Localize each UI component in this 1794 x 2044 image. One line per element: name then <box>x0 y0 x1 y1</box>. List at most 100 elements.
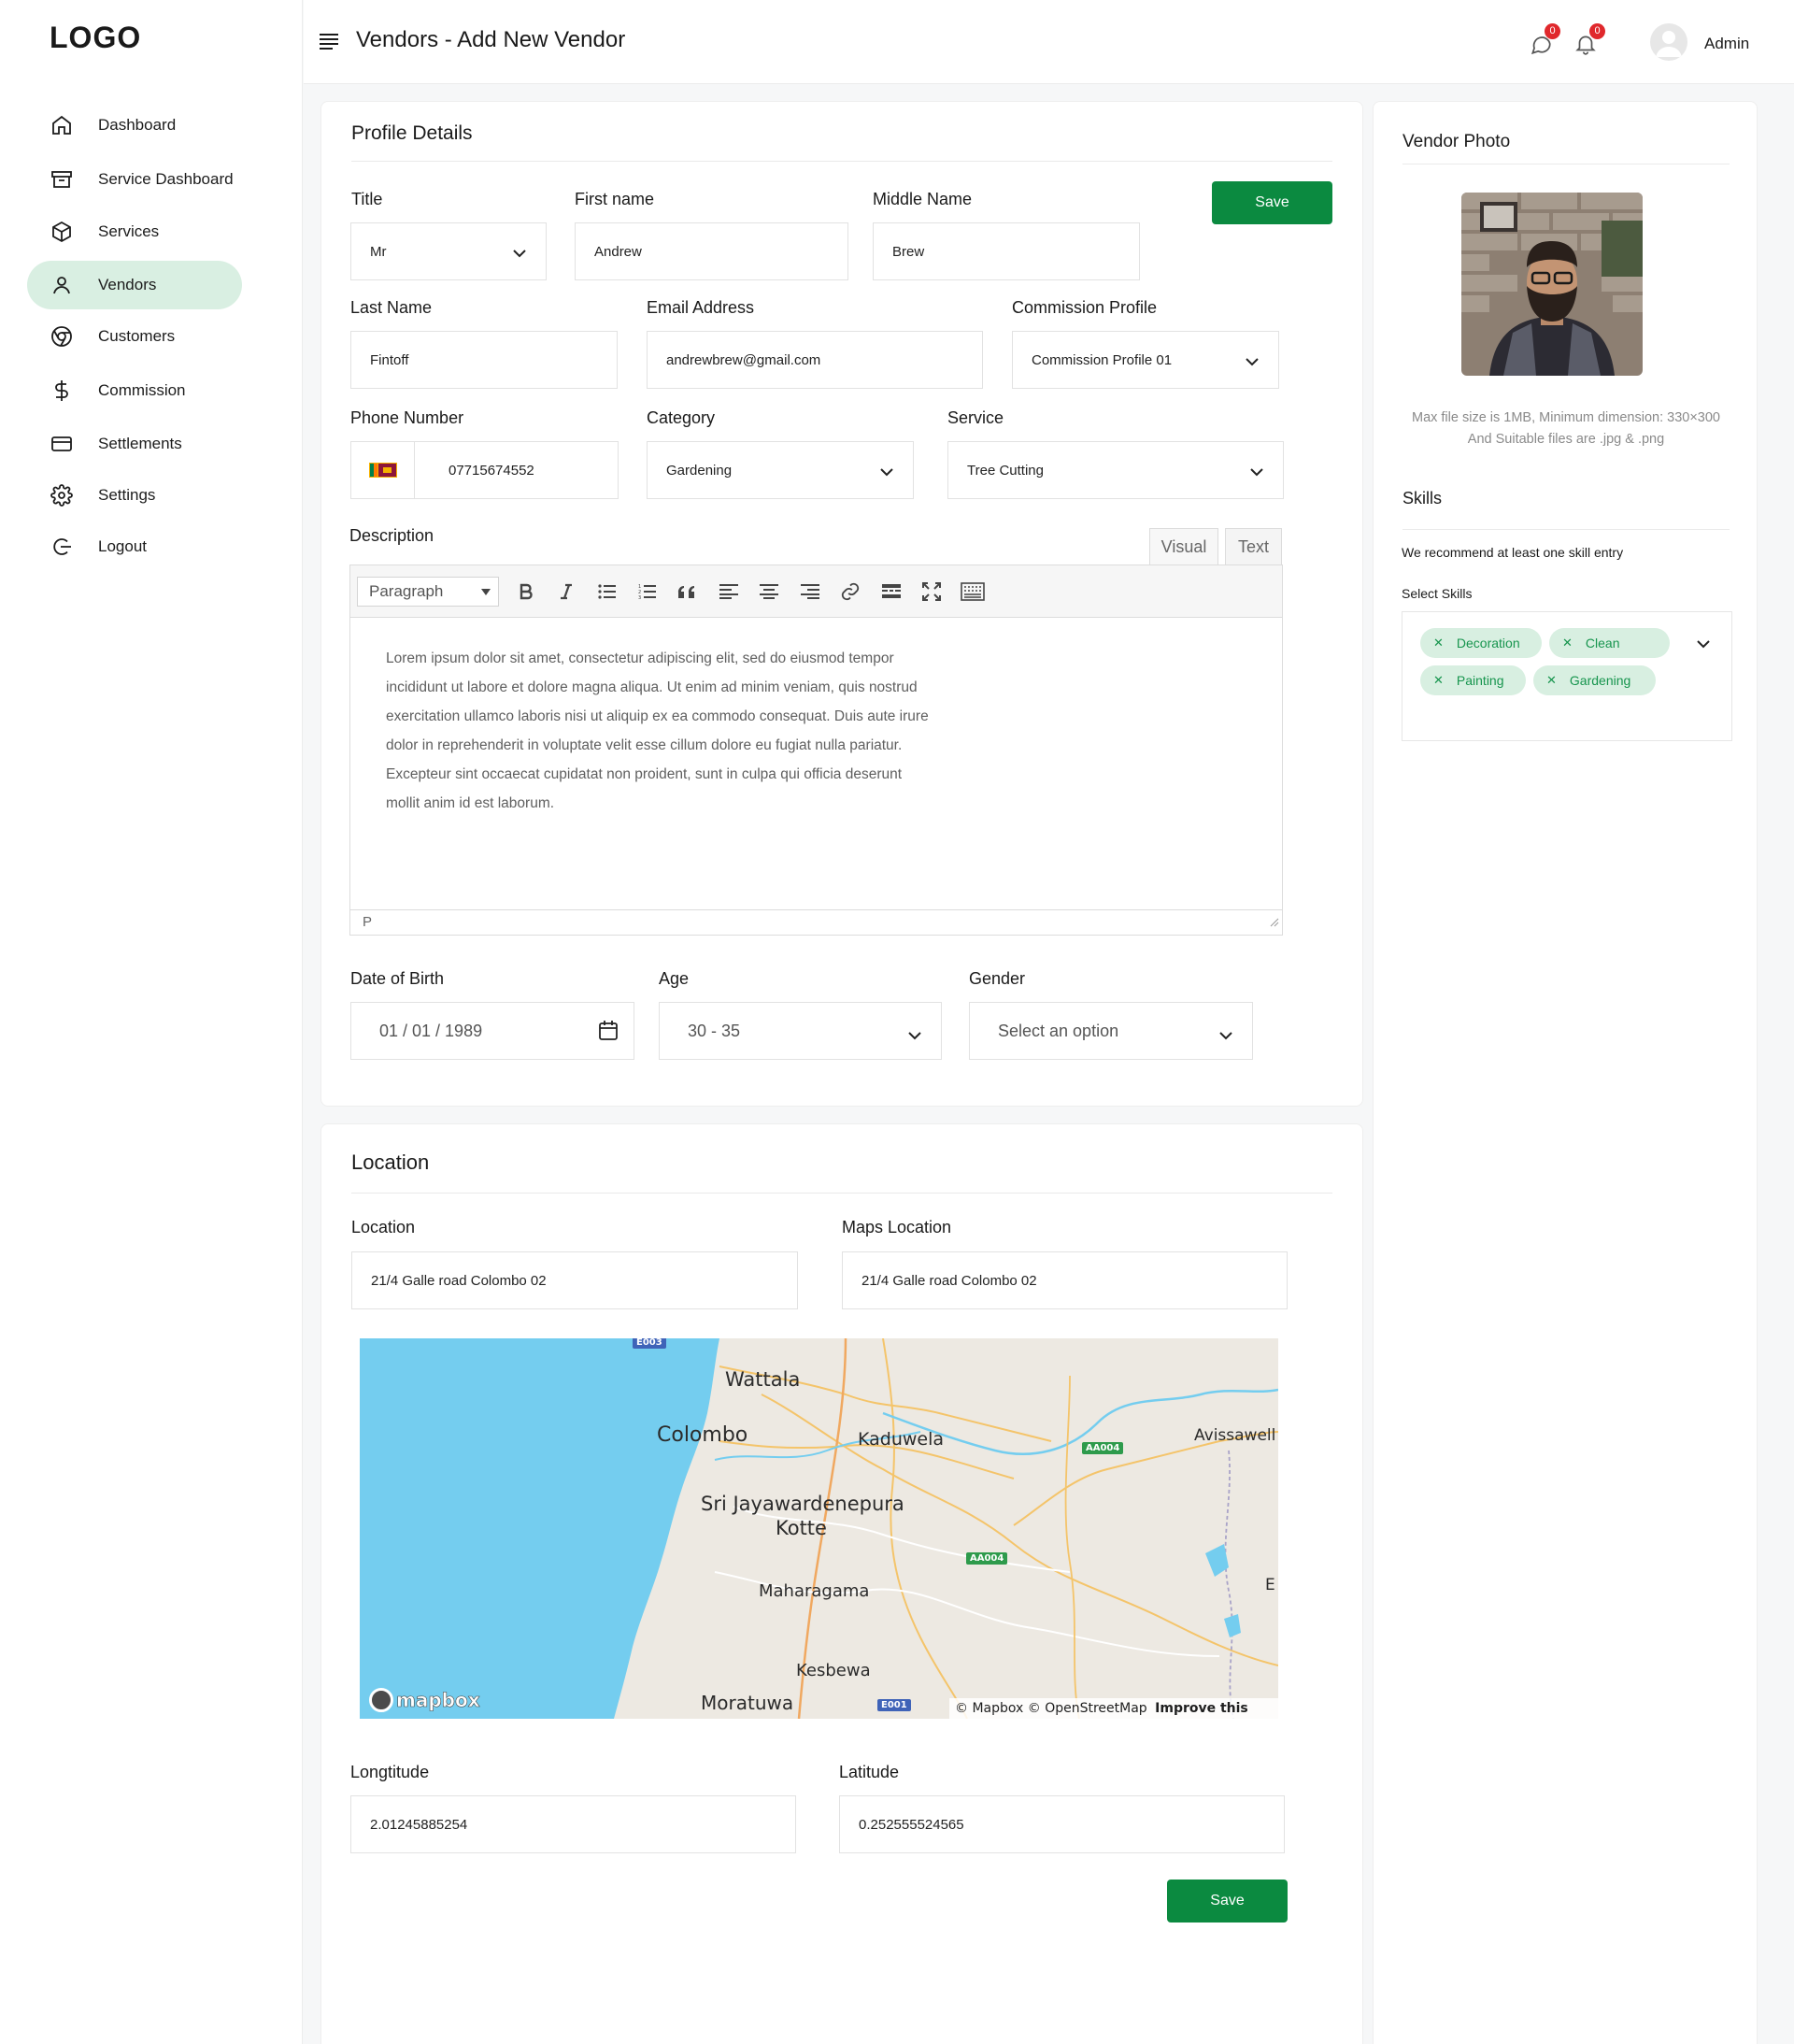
sidebar-item-label: Vendors <box>98 276 157 293</box>
maps-location-field[interactable]: 21/4 Galle road Colombo 02 <box>842 1251 1288 1309</box>
dollar-icon <box>49 378 75 404</box>
skill-chip[interactable]: ✕ Gardening <box>1533 665 1656 695</box>
mapbox-logo[interactable]: mapbox <box>369 1688 480 1712</box>
map[interactable]: E003 AA004 AA004 E001 Wattala Colombo Ka… <box>360 1338 1278 1719</box>
latitude-field[interactable]: 0.252555524565 <box>839 1795 1285 1853</box>
sidebar-item-label: Services <box>98 222 160 240</box>
numbered-list-icon[interactable]: 123 <box>634 579 661 604</box>
remove-chip-icon[interactable]: ✕ <box>1546 673 1557 688</box>
editor-content[interactable]: Lorem ipsum dolor sit amet, consectetur … <box>386 644 1059 818</box>
map-place-label: Kotte <box>776 1517 827 1539</box>
editor-status-path: P <box>350 909 1282 935</box>
vendor-portrait-image <box>1461 193 1643 376</box>
italic-icon[interactable] <box>553 579 579 604</box>
dob-field[interactable]: 01 / 01 / 1989 <box>350 1002 634 1060</box>
description-editor[interactable]: Paragraph 123 Lorem ipsum dolor sit amet… <box>349 565 1283 936</box>
caret-down-icon <box>481 589 491 595</box>
read-more-icon[interactable] <box>878 579 904 604</box>
sidebar-item-service-dashboard[interactable]: Service Dashboard <box>27 155 242 204</box>
blockquote-icon[interactable] <box>675 579 701 604</box>
photo-requirements-hint: Max file size is 1MB, Minimum dimension:… <box>1411 410 1720 447</box>
align-left-icon[interactable] <box>716 579 742 604</box>
divider <box>351 161 1332 162</box>
resize-handle-icon[interactable] <box>1268 915 1279 932</box>
link-icon[interactable] <box>837 579 863 604</box>
sidebar-item-label: Customers <box>98 327 176 345</box>
skill-chip[interactable]: ✕ Decoration <box>1420 628 1542 658</box>
chevron-down-icon[interactable] <box>1696 636 1711 653</box>
notifications-button[interactable]: 0 <box>1573 23 1605 60</box>
category-label: Category <box>647 408 716 427</box>
commission-profile-select[interactable]: Commission Profile 01 <box>1012 331 1279 389</box>
sidebar-item-commission[interactable]: Commission <box>27 366 242 415</box>
remove-chip-icon[interactable]: ✕ <box>1562 636 1573 650</box>
messages-button[interactable]: 0 <box>1529 23 1560 60</box>
align-right-icon[interactable] <box>797 579 823 604</box>
title-label: Title <box>351 190 383 208</box>
sidebar-item-services[interactable]: Services <box>27 207 242 256</box>
map-place-label: E <box>1265 1576 1275 1594</box>
title-select[interactable]: Mr <box>350 222 547 280</box>
title-value: Mr <box>370 243 387 260</box>
longitude-field[interactable]: 2.01245885254 <box>350 1795 796 1853</box>
email-field[interactable]: andrewbrew@gmail.com <box>647 331 983 389</box>
calendar-icon[interactable] <box>598 1020 619 1047</box>
phone-field[interactable]: 07715674552 <box>350 441 619 499</box>
vendor-side-card <box>1373 101 1758 2044</box>
skill-chip[interactable]: ✕ Clean <box>1549 628 1670 658</box>
sidebar-item-logout[interactable]: Logout <box>27 522 242 571</box>
chevron-down-icon <box>879 465 894 480</box>
sidebar-item-vendors[interactable]: Vendors <box>27 261 242 309</box>
gender-label: Gender <box>969 969 1026 988</box>
map-place-label: Maharagama <box>759 1581 870 1601</box>
email-label: Email Address <box>647 298 755 317</box>
road-shield: AA004 <box>1082 1442 1124 1454</box>
align-center-icon[interactable] <box>756 579 782 604</box>
remove-chip-icon[interactable]: ✕ <box>1433 673 1444 688</box>
keyboard-icon[interactable] <box>960 579 986 604</box>
bell-icon <box>1573 36 1598 60</box>
sidebar-item-label: Service Dashboard <box>98 170 234 188</box>
last-name-field[interactable]: Fintoff <box>350 331 618 389</box>
vendor-photo[interactable] <box>1461 193 1643 376</box>
sidebar-item-customers[interactable]: Customers <box>27 312 242 361</box>
country-flag-button[interactable] <box>351 442 415 498</box>
fullscreen-icon[interactable] <box>918 579 945 604</box>
middle-name-label: Middle Name <box>873 190 973 208</box>
skill-chip[interactable]: ✕ Painting <box>1420 665 1526 695</box>
format-select[interactable]: Paragraph <box>357 577 499 607</box>
sidebar-item-dashboard[interactable]: Dashboard <box>27 101 242 150</box>
map-place-label: Sri Jayawardenepura <box>701 1493 904 1515</box>
avatar[interactable] <box>1650 23 1687 61</box>
first-name-field[interactable]: Andrew <box>575 222 848 280</box>
chevron-down-icon <box>512 246 527 262</box>
location-save-button[interactable]: Save <box>1167 1880 1288 1923</box>
sidebar-item-label: Dashboard <box>98 116 177 134</box>
tab-visual[interactable]: Visual <box>1149 528 1218 565</box>
bullet-list-icon[interactable] <box>594 579 620 604</box>
home-icon <box>49 112 75 138</box>
save-button[interactable]: Save <box>1212 181 1332 224</box>
category-select[interactable]: Gardening <box>647 441 914 499</box>
menu-icon[interactable] <box>320 33 340 54</box>
middle-name-field[interactable]: Brew <box>873 222 1140 280</box>
bold-icon[interactable] <box>513 579 539 604</box>
latitude-label: Latitude <box>839 1763 900 1781</box>
sidebar-item-settlements[interactable]: Settlements <box>27 420 242 468</box>
remove-chip-icon[interactable]: ✕ <box>1433 636 1444 650</box>
service-select[interactable]: Tree Cutting <box>947 441 1284 499</box>
sidebar-item-settings[interactable]: Settings <box>27 471 242 520</box>
logo[interactable]: LOGO <box>50 21 141 55</box>
attribution-text[interactable]: © Mapbox © OpenStreetMap <box>955 1701 1147 1716</box>
user-name[interactable]: Admin <box>1704 35 1749 53</box>
location-field[interactable]: 21/4 Galle road Colombo 02 <box>351 1251 798 1309</box>
chevron-down-icon <box>1249 465 1264 480</box>
tab-text[interactable]: Text <box>1225 528 1282 565</box>
mapbox-icon <box>369 1688 393 1712</box>
latitude-value: 0.252555524565 <box>859 1816 964 1833</box>
gender-select[interactable]: Select an option <box>969 1002 1253 1060</box>
phone-label: Phone Number <box>350 408 464 427</box>
editor-toolbar: Paragraph 123 <box>350 565 1282 618</box>
sidebar-item-label: Settings <box>98 486 156 504</box>
age-select[interactable]: 30 - 35 <box>659 1002 942 1060</box>
